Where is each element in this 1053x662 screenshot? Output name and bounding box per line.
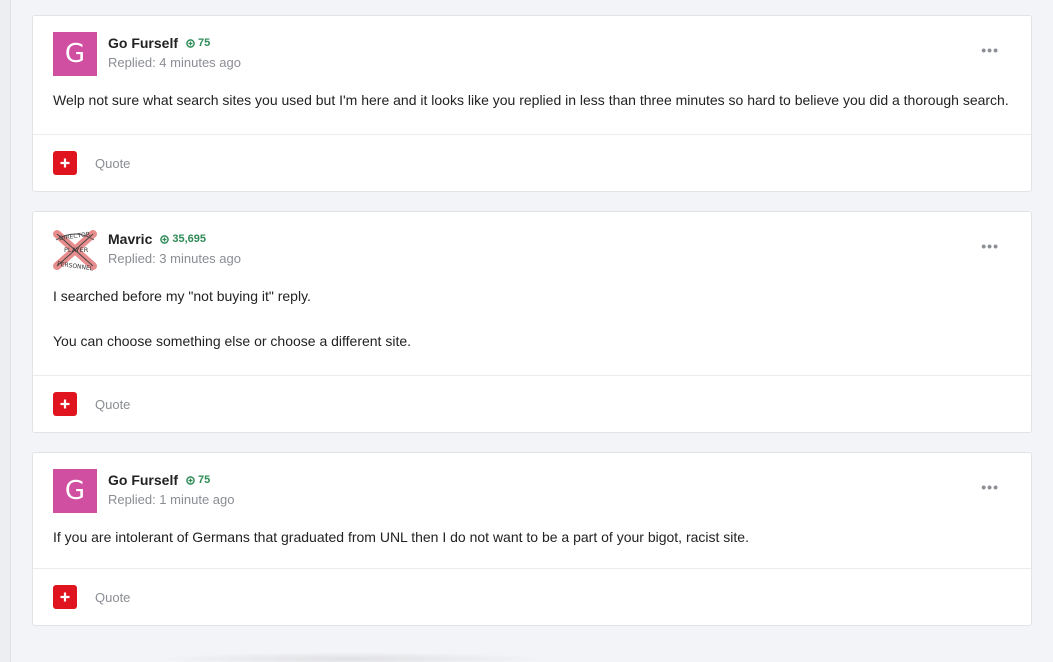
post-footer: Quote xyxy=(33,134,1031,191)
reputation-count: 75 xyxy=(198,37,211,49)
quote-button[interactable]: Quote xyxy=(95,590,130,605)
comment-stream: G Go Furself 75 Replied: 4 minutes ago •… xyxy=(32,15,1032,645)
post-date[interactable]: Replied: 4 minutes ago xyxy=(108,55,241,70)
post-date[interactable]: Replied: 1 minute ago xyxy=(108,492,234,507)
reaction-button[interactable] xyxy=(53,392,77,416)
reputation-plus-icon xyxy=(160,234,170,244)
reaction-button[interactable] xyxy=(53,585,77,609)
author-row: Go Furself 75 xyxy=(108,33,241,53)
reputation-badge[interactable]: 75 xyxy=(186,37,210,49)
post-date[interactable]: Replied: 3 minutes ago xyxy=(108,251,241,266)
reputation-plus-icon xyxy=(186,475,195,485)
reaction-button[interactable] xyxy=(53,151,77,175)
author-name[interactable]: Go Furself xyxy=(108,35,178,51)
director-player-personnel-badge-icon: DIRECTOR PLAYER PERSONNEL xyxy=(53,228,97,273)
quote-button[interactable]: Quote xyxy=(95,397,130,412)
comment-post: G Go Furself 75 Replied: 4 minutes ago •… xyxy=(32,15,1032,192)
plus-icon xyxy=(60,592,70,602)
post-content: Welp not sure what search sites you used… xyxy=(33,86,1031,134)
avatar[interactable]: DIRECTOR PLAYER PERSONNEL xyxy=(53,228,97,273)
avatar[interactable]: G xyxy=(53,32,97,76)
post-footer: Quote xyxy=(33,375,1031,432)
bottom-shadow xyxy=(150,652,550,662)
post-paragraph: If you are intolerant of Germans that gr… xyxy=(53,529,749,545)
more-options-icon[interactable]: ••• xyxy=(981,238,999,254)
comment-post: DIRECTOR PLAYER PERSONNEL Mavric 35,695 … xyxy=(32,211,1032,433)
reputation-plus-icon xyxy=(186,38,195,48)
svg-text:PLAYER: PLAYER xyxy=(64,246,89,254)
reputation-badge[interactable]: 35,695 xyxy=(160,233,206,245)
plus-icon xyxy=(60,158,70,168)
quote-button[interactable]: Quote xyxy=(95,156,130,171)
more-options-icon[interactable]: ••• xyxy=(981,42,999,58)
reputation-count: 75 xyxy=(198,474,211,486)
post-paragraph: You can choose something else or choose … xyxy=(53,333,412,349)
author-row: Go Furself 75 xyxy=(108,470,234,490)
author-name[interactable]: Mavric xyxy=(108,231,152,247)
post-paragraph: Welp not sure what search sites you used… xyxy=(53,92,1009,108)
comment-post: G Go Furself 75 Replied: 1 minute ago ••… xyxy=(32,452,1032,626)
more-options-icon[interactable]: ••• xyxy=(981,479,999,495)
post-header: G Go Furself 75 Replied: 4 minutes ago •… xyxy=(33,16,1031,86)
plus-icon xyxy=(60,399,70,409)
post-meta: Go Furself 75 Replied: 4 minutes ago xyxy=(108,32,241,70)
left-sidebar-edge xyxy=(0,0,11,662)
author-name[interactable]: Go Furself xyxy=(108,472,178,488)
author-row: Mavric 35,695 xyxy=(108,229,241,249)
post-paragraph: I searched before my "not buying it" rep… xyxy=(53,288,311,304)
post-header: DIRECTOR PLAYER PERSONNEL Mavric 35,695 … xyxy=(33,212,1031,282)
post-header: G Go Furself 75 Replied: 1 minute ago ••… xyxy=(33,453,1031,523)
reputation-badge[interactable]: 75 xyxy=(186,474,210,486)
post-meta: Go Furself 75 Replied: 1 minute ago xyxy=(108,469,234,507)
post-content: I searched before my "not buying it" rep… xyxy=(33,282,1031,375)
post-content: If you are intolerant of Germans that gr… xyxy=(33,523,1031,568)
post-meta: Mavric 35,695 Replied: 3 minutes ago xyxy=(108,228,241,266)
post-footer: Quote xyxy=(33,568,1031,625)
avatar[interactable]: G xyxy=(53,469,97,513)
reputation-count: 35,695 xyxy=(172,233,207,245)
